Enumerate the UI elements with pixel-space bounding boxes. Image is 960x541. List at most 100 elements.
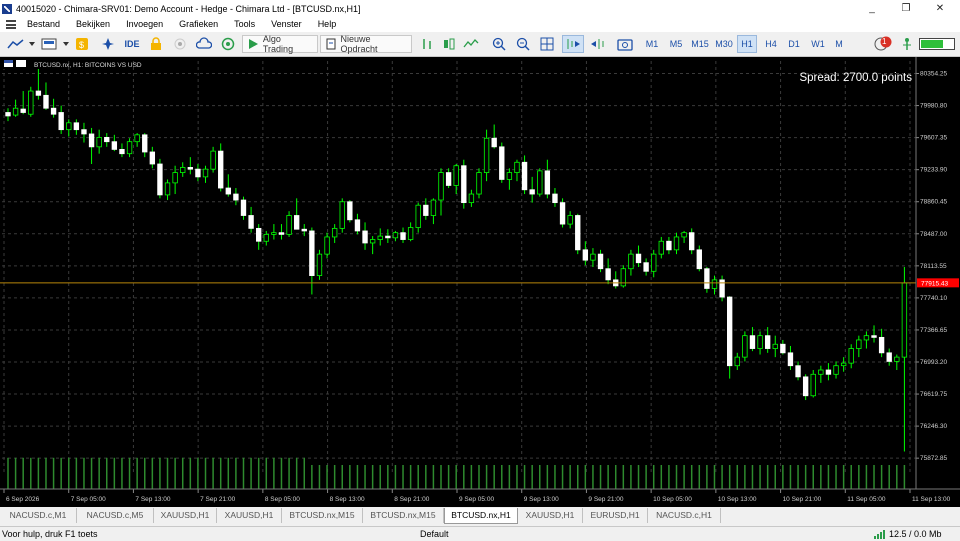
- bull-candle: [210, 150, 216, 170]
- bull-candle: [415, 204, 421, 228]
- chart-canvas[interactable]: 80354.25 79980.80 79607.35 79233.90 78860.45…: [0, 57, 960, 507]
- tab-chart[interactable]: NACUSD.c,M5: [77, 508, 154, 523]
- bear-candle: [521, 161, 528, 191]
- bear-candle: [696, 249, 702, 270]
- zoom-out-icon[interactable]: [514, 35, 532, 53]
- bull-candle: [681, 232, 687, 238]
- line-chart-icon[interactable]: [462, 35, 480, 53]
- ide-button[interactable]: IDE: [122, 35, 142, 53]
- price-tick-label: 79607.35: [920, 135, 947, 142]
- timeframe-h1[interactable]: H1: [737, 35, 757, 53]
- timeframe-m1[interactable]: M1: [642, 35, 662, 53]
- bear-candle: [400, 232, 406, 240]
- price-tick-label: 75872.85: [920, 455, 947, 462]
- bear-candle: [727, 296, 733, 367]
- timeframe-m15[interactable]: M15: [690, 35, 710, 53]
- close-button[interactable]: ✕: [924, 0, 956, 17]
- menu-tools[interactable]: Tools: [226, 17, 263, 32]
- bull-candle: [66, 122, 72, 131]
- menu-grafieken[interactable]: Grafieken: [171, 17, 226, 32]
- app-icon: [2, 3, 12, 14]
- bull-candle: [407, 227, 414, 240]
- bear-candle: [559, 202, 566, 225]
- bear-candle: [825, 369, 832, 375]
- tab-chart-active[interactable]: BTCUSD.nx,H1: [444, 508, 518, 524]
- menu-bestand[interactable]: Bestand: [19, 17, 68, 32]
- menu-icon[interactable]: [6, 20, 16, 29]
- bull-candle: [856, 339, 862, 349]
- timeframe-d1[interactable]: D1: [784, 35, 804, 53]
- window-title: 40015020 - Chimara-SRV01: Demo Account -…: [16, 3, 361, 14]
- coin-icon[interactable]: $: [74, 35, 90, 53]
- bear-candle: [529, 189, 535, 195]
- tab-chart[interactable]: BTCUSD.nx,M15: [363, 508, 444, 523]
- notifications-icon[interactable]: 1: [872, 35, 894, 53]
- chart-shift-icon[interactable]: [588, 35, 608, 53]
- chart-type-icon[interactable]: [6, 35, 36, 53]
- signal-icon[interactable]: [100, 35, 116, 53]
- menu-help[interactable]: Help: [310, 17, 345, 32]
- bear-candle: [157, 163, 163, 196]
- status-profile: Default: [420, 529, 449, 539]
- chart-window[interactable]: 80354.25 79980.80 79607.35 79233.90 78860.45…: [0, 57, 960, 507]
- bear-candle: [278, 232, 285, 235]
- time-tick-label: 9 Sep 05:00: [459, 496, 494, 503]
- menu-venster[interactable]: Venster: [263, 17, 310, 32]
- new-order-button[interactable]: Nieuwe Opdracht: [320, 34, 412, 54]
- bear-candle: [643, 262, 649, 272]
- bear-candle: [635, 253, 642, 264]
- bear-candle: [597, 253, 604, 270]
- bear-candle: [491, 137, 497, 148]
- bear-candle: [886, 352, 892, 362]
- tab-chart[interactable]: NACUSD.c,H1: [648, 508, 721, 523]
- tab-chart[interactable]: XAUUSD,H1: [154, 508, 217, 523]
- tile-windows-icon[interactable]: [538, 35, 556, 53]
- bull-candle: [567, 215, 573, 225]
- bull-candle: [202, 168, 209, 178]
- connection-icon[interactable]: [900, 35, 914, 53]
- candlestick-icon[interactable]: [440, 35, 458, 53]
- bear-candle: [445, 172, 452, 186]
- timeframe-m30[interactable]: M30: [714, 35, 734, 53]
- bull-candle: [742, 335, 748, 358]
- broadcast-icon[interactable]: [172, 35, 188, 53]
- chart-settings-icon[interactable]: [16, 60, 26, 67]
- new-order-icon: [326, 38, 336, 50]
- minimize-button[interactable]: _: [856, 0, 888, 17]
- bear-candle: [704, 268, 710, 289]
- bear-candle: [795, 365, 801, 378]
- tab-chart[interactable]: XAUUSD,H1: [217, 508, 282, 523]
- timeframe-m5[interactable]: M5: [666, 35, 686, 53]
- lock-icon[interactable]: [148, 35, 164, 53]
- menu-invoegen[interactable]: Invoegen: [118, 17, 171, 32]
- tab-chart[interactable]: BTCUSD.nx,M15: [282, 508, 363, 523]
- bear-candle: [218, 150, 224, 189]
- time-tick-label: 6 Sep 2026: [6, 496, 40, 503]
- maximize-button[interactable]: ❐: [890, 0, 922, 17]
- new-chart-icon[interactable]: [40, 35, 70, 53]
- bull-candle: [453, 165, 459, 186]
- bear-candle: [248, 215, 254, 229]
- screenshot-icon[interactable]: [616, 35, 634, 53]
- menu-bekijken[interactable]: Bekijken: [68, 17, 118, 32]
- tab-chart[interactable]: XAUUSD,H1: [518, 508, 583, 523]
- bear-candle: [461, 165, 467, 204]
- time-tick-label: 9 Sep 21:00: [588, 496, 623, 503]
- time-tick-label: 9 Sep 13:00: [524, 496, 559, 503]
- algo-trading-button[interactable]: Algo Trading: [242, 34, 318, 54]
- bar-chart-icon[interactable]: [418, 35, 436, 53]
- chart-grid: [0, 57, 960, 507]
- autoscroll-icon[interactable]: [562, 35, 584, 53]
- status-bar: Voor hulp, druk F1 toets Default 12.5 / …: [0, 526, 960, 541]
- price-tick-label: 76993.20: [920, 359, 947, 366]
- bull-candle: [164, 182, 171, 196]
- timeframe-h4[interactable]: H4: [761, 35, 781, 53]
- bull-candle: [711, 279, 718, 289]
- timeframe-mn[interactable]: M: [829, 35, 849, 53]
- timeframe-w1[interactable]: W1: [808, 35, 828, 53]
- tab-chart[interactable]: EURUSD,H1: [583, 508, 648, 523]
- zoom-in-icon[interactable]: [490, 35, 508, 53]
- cloud-icon[interactable]: [196, 35, 212, 53]
- tab-chart[interactable]: NACUSD.c,M1: [0, 508, 77, 523]
- vps-icon[interactable]: [220, 35, 236, 53]
